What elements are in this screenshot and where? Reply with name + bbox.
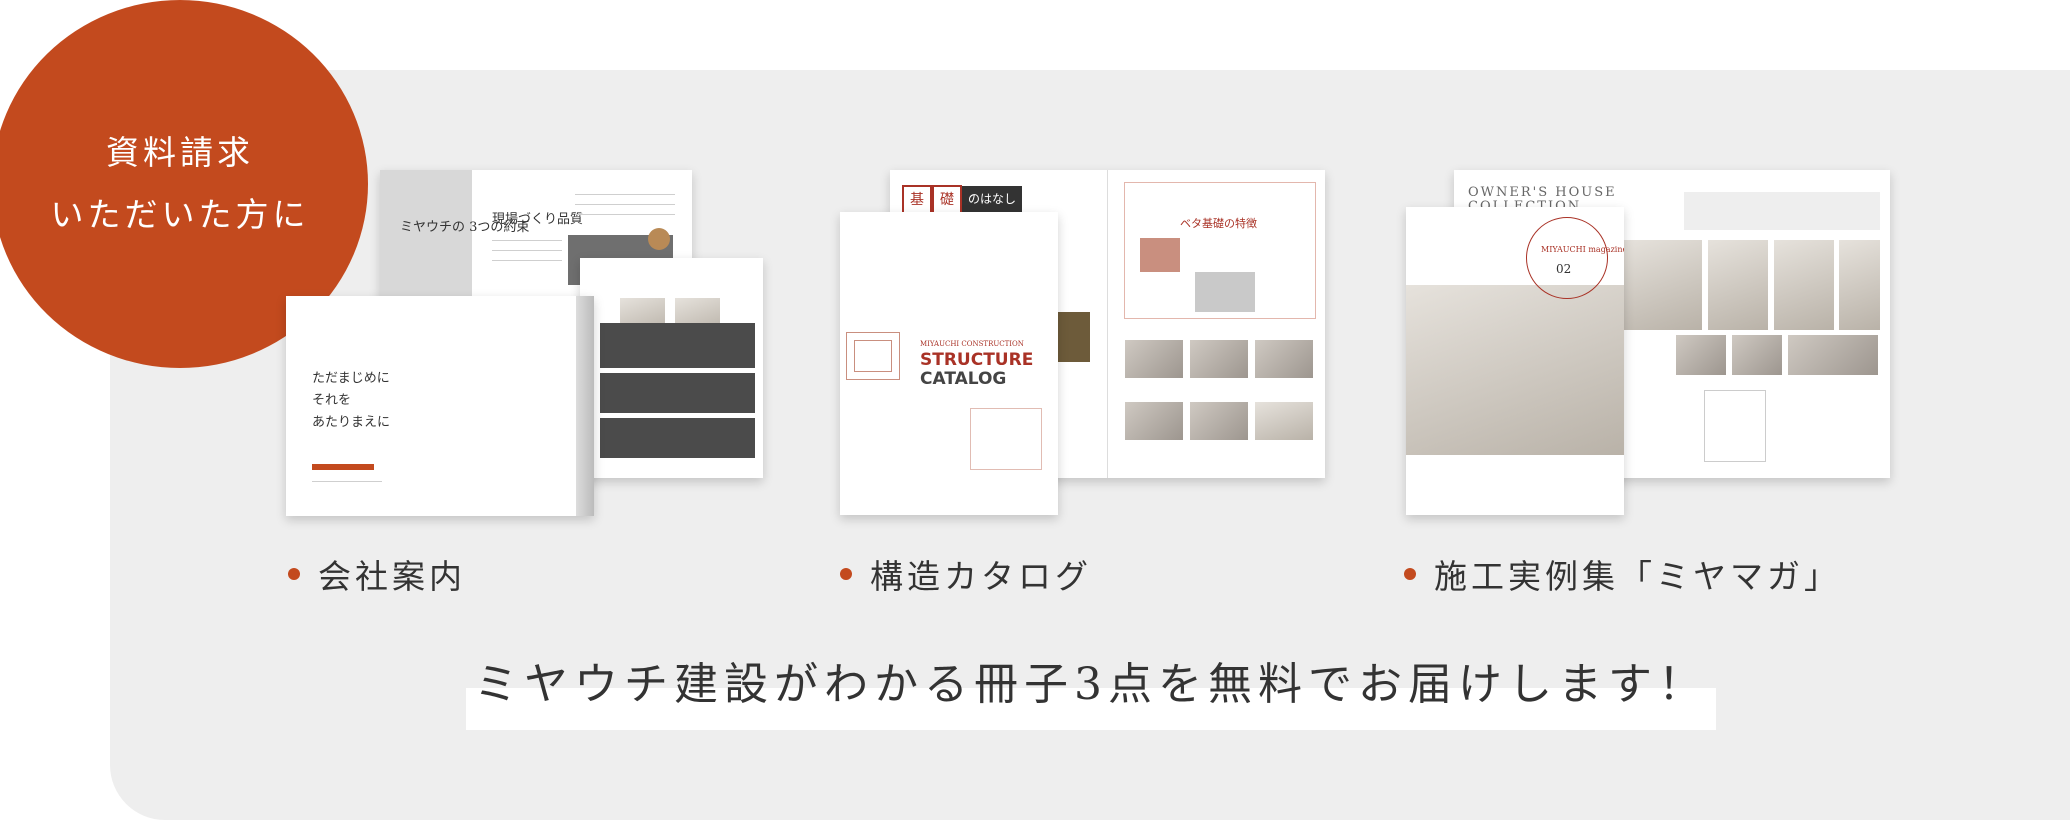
issue-number: 02 (1556, 262, 1572, 276)
company-guide-page-3 (580, 258, 763, 478)
spread-heading: 現場づくり品質 (492, 212, 584, 227)
structure-catalog-cover: MIYAUCHI CONSTRUCTION STRUCTURE CATALOG (840, 212, 1058, 515)
free-offer-text: ミヤウチ建設がわかる冊子3点を無料でお届けします！ (474, 659, 1708, 710)
cover-line-1: ただまじめに (312, 371, 390, 386)
cover-title-2: CATALOG (920, 369, 1007, 389)
cover-title-1: STRUCTURE (920, 350, 1034, 370)
bullet-icon (288, 568, 300, 580)
bullet-icon (840, 568, 852, 580)
cover-line-2: それを (312, 393, 352, 408)
cover-line-3: あたりまえに (312, 415, 391, 430)
tag-so: 礎 (932, 185, 962, 215)
label-structure-catalog: 構造カタログ (840, 550, 1092, 598)
company-guide-cover: ただまじめに それを あたりまえに (286, 296, 594, 516)
tag-hanashi: のはなし (962, 186, 1023, 212)
brand: MIYAUCHI CONSTRUCTION (920, 340, 1024, 348)
bullet-icon (1404, 568, 1416, 580)
spread-heading: ベタ基礎の特徴 (1180, 217, 1257, 230)
badge-line-1: 資料請求 (106, 133, 254, 172)
brand-ring: MIYAUCHI magazine (1541, 245, 1624, 254)
label-magazine: 施工実例集「ミヤマガ」 (1404, 550, 1841, 598)
tag-ki: 基 (902, 185, 932, 215)
label-company-guide: 会社案内 (288, 550, 466, 598)
free-offer-banner: ミヤウチ建設がわかる冊子3点を無料でお届けします！ (466, 650, 1716, 730)
magazine-cover: MIYAUCHI magazine 02 (1406, 207, 1624, 515)
badge-line-2: いただいた方に (50, 195, 310, 234)
